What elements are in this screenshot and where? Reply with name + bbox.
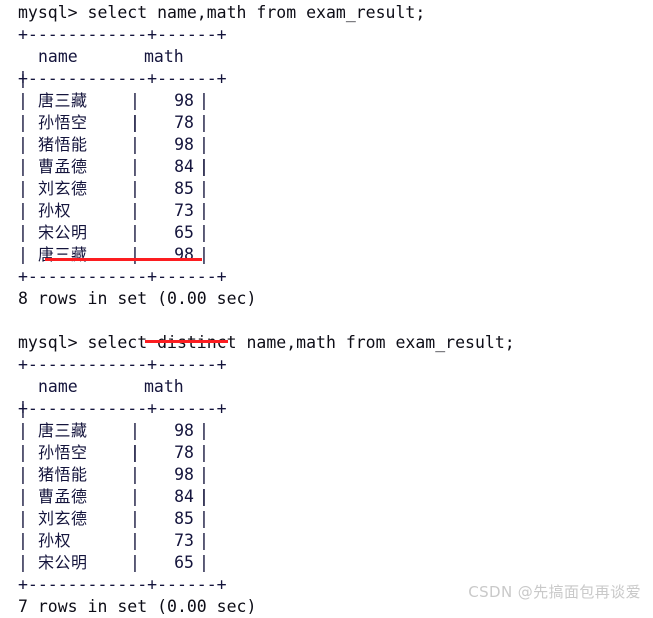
cell-math: 73 xyxy=(174,201,194,220)
pipe-glyph: | xyxy=(18,531,28,550)
pipe-glyph: | xyxy=(199,91,209,110)
cell-name: 曹孟德 xyxy=(38,487,88,506)
table-body-2: | 唐三藏 | 98 | | 孙悟空 | 78 | | 猪悟能 | 98 | | 曹孟德 | 84 | | 刘玄德 | 85 |… xyxy=(18,420,653,574)
cell-name: 唐三藏 xyxy=(38,245,88,264)
table-body-1: | 唐三藏 | 98 | | 孙悟空 | 78 | | 猪悟能 | 98 | | 曹孟德 | 84 | | 刘玄德 | 85 |… xyxy=(18,90,653,266)
pipe-glyph: | xyxy=(18,157,28,176)
pipe-glyph: | xyxy=(199,157,209,176)
cell-math: 84 xyxy=(174,487,194,506)
pipe-glyph: | xyxy=(199,465,209,484)
cell-name: 孙权 xyxy=(38,531,72,550)
pipe-glyph: | xyxy=(199,179,209,198)
watermark: CSDN @先搞面包再谈爱 xyxy=(468,583,641,601)
pipe-glyph: | xyxy=(18,69,28,88)
table-separator-mid-1: +------------+------+ xyxy=(18,69,227,88)
table-row: | 刘玄德 | 85 | xyxy=(18,508,653,530)
pipe-glyph: | xyxy=(199,487,209,506)
column-header-name: name xyxy=(38,47,78,66)
column-header-math: math xyxy=(144,377,184,396)
cell-math: 98 xyxy=(174,465,194,484)
cell-math: 98 xyxy=(174,245,194,264)
terminal-output: mysql> select name,math from exam_result… xyxy=(18,2,653,618)
cell-math: 98 xyxy=(174,91,194,110)
table-row: | 猪悟能 | 98 | xyxy=(18,464,653,486)
pipe-glyph: | xyxy=(199,509,209,528)
pipe-glyph: | xyxy=(199,443,209,462)
table-header-row-2: | name | math | xyxy=(18,376,653,506)
cell-name: 曹孟德 xyxy=(38,157,88,176)
table-row: | 曹孟德 | 84 | xyxy=(18,156,653,178)
pipe-glyph: | xyxy=(199,113,209,132)
table-row: | 曹孟德 | 84 | xyxy=(18,486,653,508)
cell-name: 唐三藏 xyxy=(38,91,88,110)
table-row: | 唐三藏 | 98 | xyxy=(18,244,653,266)
cell-name: 孙权 xyxy=(38,201,72,220)
cell-name: 唐三藏 xyxy=(38,421,88,440)
cell-math: 98 xyxy=(174,421,194,440)
table-row: | 猪悟能 | 98 | xyxy=(18,134,653,156)
result-status-1: 8 rows in set (0.00 sec) xyxy=(18,289,257,308)
cell-name: 宋公明 xyxy=(38,223,88,242)
pipe-glyph: | xyxy=(18,399,28,418)
table-row: | 孙权 | 73 | xyxy=(18,530,653,552)
pipe-glyph: | xyxy=(18,421,28,440)
pipe-glyph: | xyxy=(18,135,28,154)
table-row: | 宋公明 | 65 | xyxy=(18,222,653,244)
table-separator-bottom-1: +------------+------+ xyxy=(18,267,227,286)
table-row: | 孙悟空 | 78 | xyxy=(18,442,653,464)
cell-name: 猪悟能 xyxy=(38,135,88,154)
cell-math: 84 xyxy=(174,157,194,176)
cell-name: 刘玄德 xyxy=(38,509,88,528)
pipe-glyph: | xyxy=(199,553,209,572)
cell-name: 猪悟能 xyxy=(38,465,88,484)
cell-math: 65 xyxy=(174,223,194,242)
table-row: | 孙权 | 73 | xyxy=(18,200,653,222)
pipe-glyph: | xyxy=(199,531,209,550)
command-line-2: mysql> select distinct name,math from ex… xyxy=(18,333,515,352)
table-separator-top-1: +------------+------+ xyxy=(18,25,227,44)
pipe-glyph: | xyxy=(18,201,28,220)
cell-math: 65 xyxy=(174,553,194,572)
table-row: | 孙悟空 | 78 | xyxy=(18,112,653,134)
table-header-row-1: | name | math | xyxy=(18,46,653,176)
pipe-glyph: | xyxy=(199,223,209,242)
pipe-glyph: | xyxy=(18,113,28,132)
underline-duplicate-row xyxy=(45,258,202,261)
pipe-glyph: | xyxy=(199,201,209,220)
cell-name: 孙悟空 xyxy=(38,443,88,462)
table-row: | 唐三藏 | 98 | xyxy=(18,90,653,112)
pipe-glyph: | xyxy=(18,553,28,572)
cell-name: 孙悟空 xyxy=(38,113,88,132)
cell-name: 刘玄德 xyxy=(38,179,88,198)
cell-math: 73 xyxy=(174,531,194,550)
pipe-glyph: | xyxy=(18,443,28,462)
table-row: | 唐三藏 | 98 | xyxy=(18,420,653,442)
cell-math: 78 xyxy=(174,443,194,462)
table-row: | 宋公明 | 65 | xyxy=(18,552,653,574)
pipe-glyph: | xyxy=(18,465,28,484)
table-separator-mid-2: +------------+------+ xyxy=(18,399,227,418)
column-header-math: math xyxy=(144,47,184,66)
underline-distinct-keyword xyxy=(145,340,228,343)
column-header-name: name xyxy=(38,377,78,396)
table-row: | 刘玄德 | 85 | xyxy=(18,178,653,200)
command-line-1: mysql> select name,math from exam_result… xyxy=(18,3,426,22)
pipe-glyph: | xyxy=(199,135,209,154)
cell-math: 85 xyxy=(174,509,194,528)
cell-math: 85 xyxy=(174,179,194,198)
pipe-glyph: | xyxy=(18,179,28,198)
pipe-glyph: | xyxy=(18,245,28,264)
pipe-glyph: | xyxy=(18,509,28,528)
cell-name: 宋公明 xyxy=(38,553,88,572)
pipe-glyph: | xyxy=(199,245,209,264)
pipe-glyph: | xyxy=(18,487,28,506)
pipe-glyph: | xyxy=(18,91,28,110)
table-separator-top-2: +------------+------+ xyxy=(18,355,227,374)
cell-math: 78 xyxy=(174,113,194,132)
cell-math: 98 xyxy=(174,135,194,154)
pipe-glyph: | xyxy=(199,421,209,440)
pipe-glyph: | xyxy=(18,223,28,242)
